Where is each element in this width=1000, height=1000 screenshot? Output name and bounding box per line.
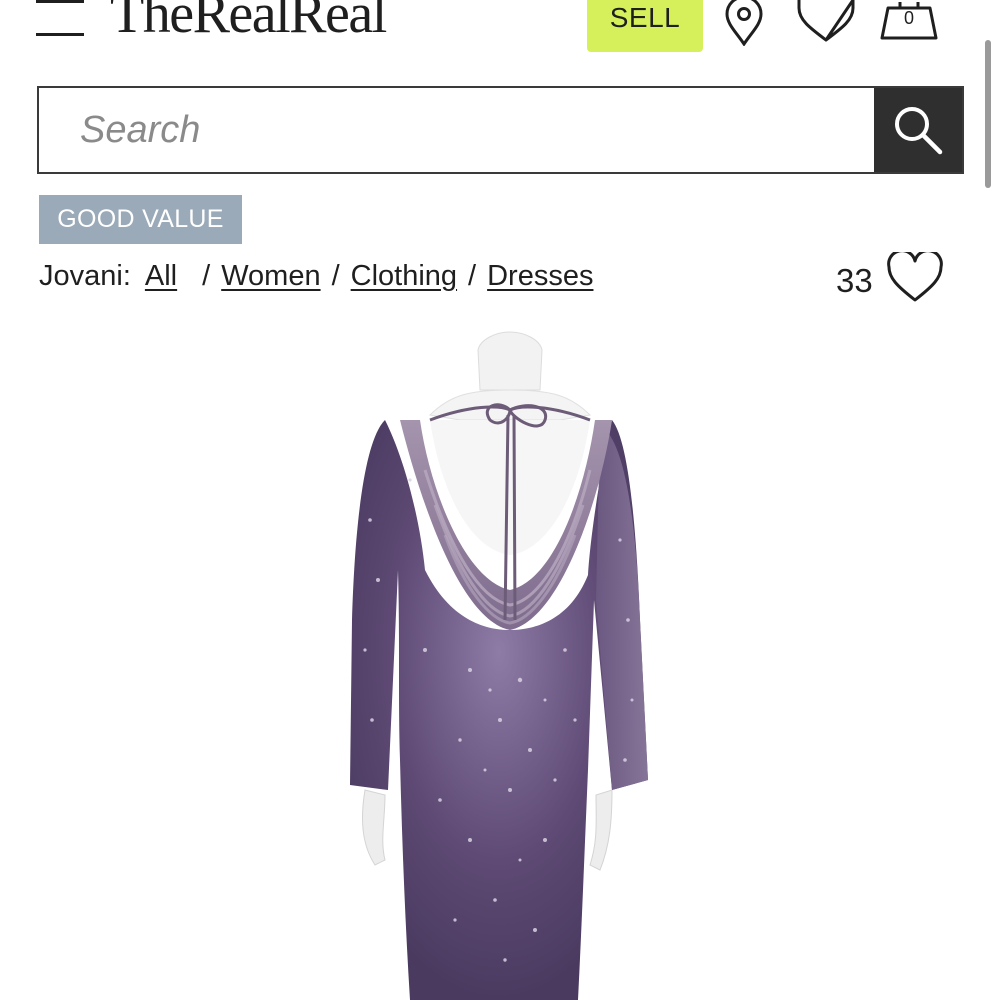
bag-count-badge: 0 xyxy=(903,8,914,28)
search-input[interactable] xyxy=(39,88,874,172)
favorites-heart-icon[interactable] xyxy=(796,0,856,42)
breadcrumb: Jovani: All / Women / Clothing / Dresses xyxy=(39,256,593,296)
breadcrumb-separator: / xyxy=(331,259,340,292)
search-button[interactable] xyxy=(874,88,962,172)
search-icon xyxy=(895,107,943,155)
favorite-count: 33 xyxy=(836,262,873,299)
breadcrumb-link-women[interactable]: Women xyxy=(221,260,320,293)
site-header: TheRealReal SELL 0 xyxy=(0,0,1000,60)
scrollbar[interactable] xyxy=(985,40,991,188)
favorite-heart-icon[interactable] xyxy=(886,252,943,304)
breadcrumb-separator: / xyxy=(202,259,211,292)
good-value-badge: GOOD VALUE xyxy=(39,195,242,244)
breadcrumb-separator: / xyxy=(468,259,477,292)
breadcrumb-link-clothing[interactable]: Clothing xyxy=(351,260,457,293)
breadcrumb-brand: Jovani: xyxy=(39,259,131,292)
favorite-count-group: 33 xyxy=(836,250,943,306)
site-logo[interactable]: TheRealReal xyxy=(110,0,387,42)
shopping-bag-icon[interactable]: 0 xyxy=(880,0,938,42)
product-image[interactable] xyxy=(0,320,1000,1000)
search-bar xyxy=(37,86,964,174)
location-pin-icon[interactable] xyxy=(724,0,764,46)
sell-button[interactable]: SELL xyxy=(587,0,703,52)
hamburger-menu-icon[interactable] xyxy=(36,0,86,40)
breadcrumb-link-all[interactable]: All xyxy=(145,260,177,293)
breadcrumb-link-dresses[interactable]: Dresses xyxy=(487,260,593,293)
